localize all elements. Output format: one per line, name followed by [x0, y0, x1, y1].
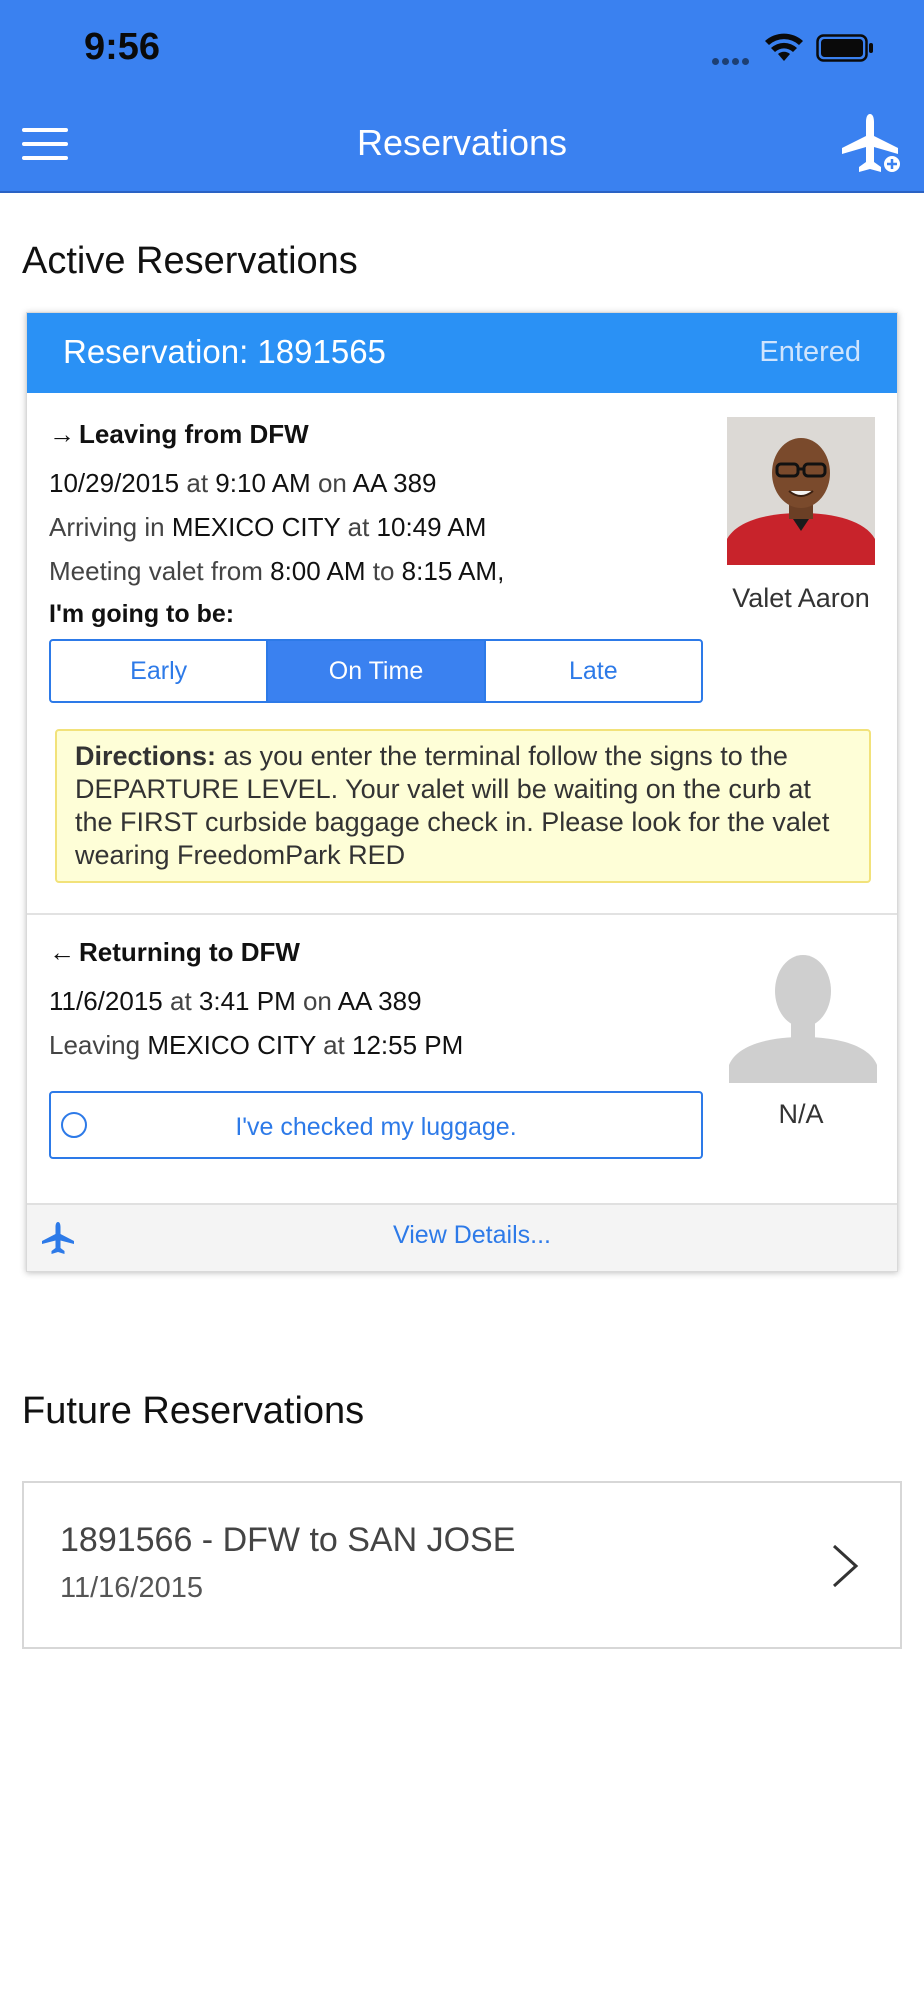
- directions-label: Directions:: [75, 741, 217, 771]
- view-details-bar[interactable]: View Details...: [27, 1203, 897, 1271]
- reservation-number: Reservation: 1891565: [63, 333, 386, 370]
- page-title: Reservations: [356, 122, 568, 163]
- return-departure: 11/6/2015 at 3:41 PM on AA 389: [49, 986, 422, 1016]
- top-bar: 9:56 Reservations: [0, 0, 924, 193]
- battery-icon: [816, 34, 873, 62]
- outbound-arrival: Arriving in MEXICO CITY at 10:49 AM: [49, 512, 487, 542]
- directions-box: Directions: as you enter the terminal fo…: [55, 729, 871, 883]
- view-details-link[interactable]: View Details...: [27, 1221, 897, 1250]
- luggage-checkbox[interactable]: I've checked my luggage.: [49, 1091, 703, 1159]
- option-on-time[interactable]: On Time: [266, 641, 484, 701]
- reservation-header: Reservation: 1891565 Entered: [27, 313, 897, 393]
- active-reservations-heading: Active Reservations: [22, 240, 358, 282]
- arrival-timing-selector: Early On Time Late: [49, 639, 703, 703]
- return-valet-name: N/A: [778, 1099, 824, 1129]
- option-late[interactable]: Late: [483, 641, 701, 701]
- status-badge: Entered: [759, 336, 861, 368]
- chevron-right-icon: [832, 1544, 859, 1588]
- reservation-card: Reservation: 1891565 Entered → Leaving fr…: [26, 312, 898, 1272]
- future-reservation-title: 1891566 - DFW to SAN JOSE: [60, 1521, 516, 1559]
- wifi-icon: [765, 33, 803, 61]
- option-early[interactable]: Early: [51, 641, 266, 701]
- future-reservation-item[interactable]: 1891566 - DFW to SAN JOSE 11/16/2015: [22, 1481, 902, 1649]
- divider: [27, 913, 897, 915]
- future-reservations-heading: Future Reservations: [22, 1390, 365, 1432]
- meeting-window: Meeting valet from 8:00 AM to 8:15 AM,: [49, 556, 505, 586]
- valet-photo: [727, 417, 875, 565]
- outbound-title: → Leaving from DFW: [49, 419, 309, 449]
- return-title: ← Returning to DFW: [49, 937, 300, 967]
- valet-name: Valet Aaron: [732, 583, 870, 613]
- arrow-left-icon: ←: [49, 937, 75, 967]
- arrow-right-icon: →: [49, 419, 75, 449]
- luggage-label: I've checked my luggage.: [235, 1113, 517, 1141]
- status-time: 9:56: [84, 26, 161, 68]
- return-leaving: Leaving MEXICO CITY at 12:55 PM: [49, 1030, 464, 1060]
- outbound-departure: 10/29/2015 at 9:10 AM on AA 389: [49, 468, 437, 498]
- future-reservation-date: 11/16/2015: [60, 1572, 203, 1604]
- signal-icon: [712, 52, 752, 70]
- airplane-add-icon[interactable]: [842, 112, 902, 174]
- arrival-prompt: I'm going to be:: [49, 600, 235, 628]
- person-placeholder-icon: [729, 955, 877, 1083]
